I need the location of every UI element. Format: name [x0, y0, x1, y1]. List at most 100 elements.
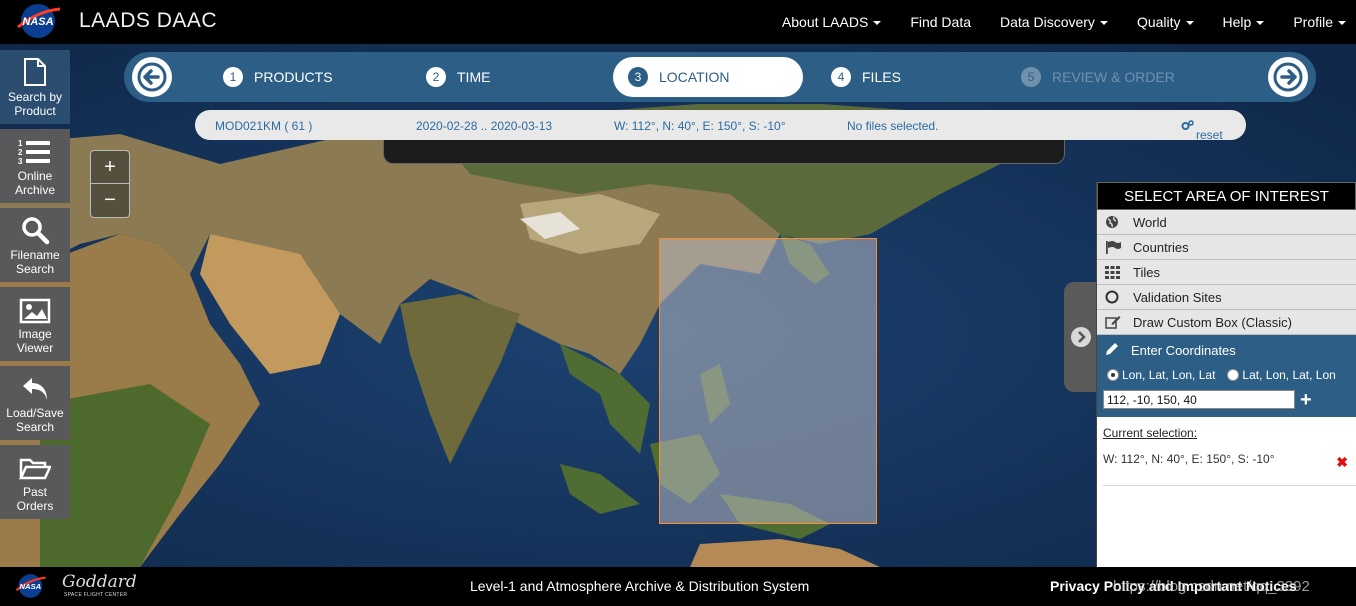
arrow-left-icon [137, 62, 167, 92]
document-icon [24, 58, 46, 86]
nav-profile[interactable]: Profile [1293, 14, 1346, 30]
goddard-logo[interactable]: Goddard SPACE FLIGHT CENTER [62, 572, 142, 602]
sidebar-item-image-viewer[interactable]: Image Viewer [0, 287, 70, 361]
wizard-step-time[interactable]: 2 TIME [426, 57, 490, 97]
nav-label: Find Data [910, 14, 972, 30]
step-label: PRODUCTS [254, 69, 333, 85]
aoi-option-label: Validation Sites [1133, 289, 1222, 305]
undo-arrow-icon [23, 378, 47, 400]
nav-data-discovery[interactable]: Data Discovery [1000, 14, 1108, 30]
current-selection-row: W: 112°, N: 40°, E: 150°, S: -10° ✖ [1103, 452, 1356, 486]
wizard-step-files[interactable]: 4 FILES [831, 57, 901, 97]
coordinate-order-options: Lon, Lat, Lon, Lat Lat, Lon, Lat, Lon [1103, 368, 1350, 382]
svg-text:3: 3 [18, 157, 23, 166]
enter-coordinates-section: Enter Coordinates Lon, Lat, Lon, Lat Lat… [1097, 335, 1356, 417]
aoi-option-label: Countries [1133, 239, 1189, 255]
caret-down-icon [1099, 21, 1108, 26]
radio-lat-lon[interactable] [1227, 369, 1240, 381]
sidebar-item-label: Image Viewer [16, 327, 54, 355]
zoom-out-button[interactable]: − [91, 184, 129, 217]
aoi-option-validation-sites[interactable]: Validation Sites [1097, 285, 1356, 310]
enter-coordinates-title: Enter Coordinates [1131, 342, 1236, 358]
pencil-icon [1106, 342, 1118, 355]
caret-down-icon [1256, 21, 1265, 26]
search-icon [22, 217, 50, 245]
circle-icon [1105, 290, 1119, 304]
remove-selection-icon[interactable]: ✖ [1336, 454, 1348, 471]
step-number: 4 [831, 67, 851, 87]
nav-help[interactable]: Help [1223, 14, 1265, 30]
sidebar-item-search-by-product[interactable]: Search by Product [0, 50, 70, 124]
step-label: LOCATION [659, 69, 730, 85]
sidebar-item-filename-search[interactable]: Filename Search [0, 208, 70, 282]
coordinates-input[interactable] [1103, 390, 1295, 409]
sidebar-item-label: Load/Save Search [6, 406, 64, 434]
svg-text:NASA: NASA [22, 16, 53, 28]
summary-bounds[interactable]: W: 112°, N: 40°, E: 150°, S: -10° [614, 119, 786, 133]
sidebar-item-past-orders[interactable]: Past Orders [0, 445, 70, 519]
nav-label: Help [1222, 14, 1252, 30]
nav-about-laads[interactable]: About LAADS [781, 14, 882, 30]
area-selection-box[interactable] [659, 238, 877, 524]
svg-text:NASA: NASA [19, 582, 41, 591]
summary-dates[interactable]: 2020-02-28 .. 2020-03-13 [416, 119, 552, 133]
wizard-step-location[interactable]: 3 LOCATION [613, 57, 803, 97]
nav-label: Quality [1136, 14, 1181, 30]
goddard-wordmark: Goddard [62, 572, 137, 592]
step-number: 5 [1021, 67, 1041, 87]
sidebar-item-online-archive[interactable]: 123 Online Archive [0, 129, 70, 203]
summary-dropdown-tab[interactable] [383, 140, 1065, 164]
top-navbar: NASA LAADS DAAC About LAADS Find Data Da… [0, 0, 1356, 44]
aoi-option-draw-custom-box[interactable]: Draw Custom Box (Classic) [1097, 310, 1356, 335]
wizard-step-products[interactable]: 1 PRODUCTS [223, 57, 333, 97]
step-label: TIME [457, 69, 491, 85]
svg-text:2: 2 [18, 148, 23, 157]
nav-label: About LAADS [781, 14, 869, 30]
aoi-option-world[interactable]: World [1097, 210, 1356, 235]
radio-lat-lon-label: Lat, Lon, Lat, Lon [1242, 368, 1336, 382]
current-selection-label: Current selection: [1103, 426, 1198, 440]
image-icon [19, 298, 51, 324]
reset-button[interactable]: reset [1181, 119, 1223, 142]
panel-collapse-toggle[interactable] [1064, 282, 1098, 392]
nasa-footer-logo[interactable]: NASA [15, 571, 47, 601]
step-number: 1 [223, 67, 243, 87]
step-number: 3 [628, 67, 648, 87]
step-label: FILES [862, 69, 901, 85]
watermark-text: https://blog.csdn.net/qq_3392 [1113, 578, 1310, 595]
reset-label: reset [1196, 128, 1223, 142]
nav-label: Profile [1293, 14, 1333, 30]
summary-files[interactable]: No files selected. [847, 119, 938, 133]
nav-label: Data Discovery [1000, 14, 1095, 30]
edit-box-icon [1105, 316, 1121, 329]
add-coordinates-button[interactable]: + [1300, 390, 1312, 410]
footer: NASA Goddard SPACE FLIGHT CENTER Level-1… [0, 567, 1356, 606]
nasa-logo[interactable]: NASA [16, 3, 62, 39]
gears-icon [1181, 120, 1194, 130]
sidebar-item-label: Past Orders [16, 485, 54, 513]
caret-down-icon [1338, 21, 1346, 26]
aoi-option-label: Draw Custom Box (Classic) [1133, 314, 1292, 330]
aoi-option-label: Tiles [1133, 264, 1160, 280]
nav-quality[interactable]: Quality [1137, 14, 1194, 30]
step-number: 2 [426, 67, 446, 87]
sidebar-item-load-save-search[interactable]: Load/Save Search [0, 366, 70, 440]
globe-icon [1106, 216, 1118, 228]
chevron-right-circle-icon [1071, 327, 1091, 347]
wizard-back-button[interactable] [132, 57, 172, 97]
grid-icon [1105, 265, 1120, 279]
radio-lon-lat[interactable] [1107, 369, 1119, 381]
wizard-next-button[interactable] [1268, 57, 1308, 97]
nav-find-data[interactable]: Find Data [910, 14, 971, 30]
footer-system-name: Level-1 and Atmosphere Archive & Distrib… [470, 578, 810, 594]
sidebar-item-label: Online Archive [14, 169, 55, 197]
enter-coordinates-header[interactable]: Enter Coordinates [1105, 341, 1350, 359]
zoom-in-button[interactable]: + [91, 151, 129, 184]
svg-text:1: 1 [18, 139, 23, 148]
aoi-option-tiles[interactable]: Tiles [1097, 260, 1356, 285]
aoi-option-countries[interactable]: Countries [1097, 235, 1356, 260]
site-title[interactable]: LAADS DAAC [79, 9, 217, 33]
current-selection-value: W: 112°, N: 40°, E: 150°, S: -10° [1103, 452, 1275, 466]
summary-product[interactable]: MOD021KM ( 61 ) [215, 119, 312, 133]
panel-title: SELECT AREA OF INTEREST [1097, 182, 1356, 210]
